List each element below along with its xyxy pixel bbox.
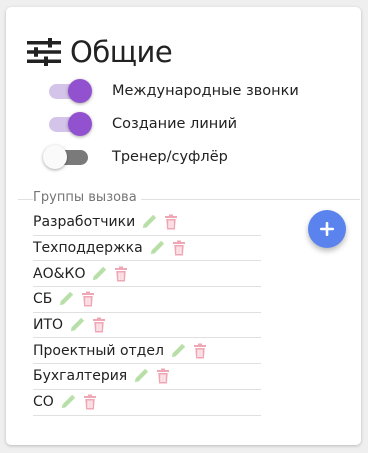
trash-icon[interactable] bbox=[155, 368, 171, 384]
plus-icon bbox=[320, 222, 334, 236]
group-name: СО bbox=[33, 394, 54, 411]
call-group-list: Разработчики Техподдержка АО&КО СБ ИТО Проект… bbox=[33, 210, 261, 416]
group-item: СБ bbox=[33, 287, 261, 313]
trainer-switch[interactable] bbox=[40, 144, 88, 170]
pencil-icon[interactable] bbox=[69, 317, 85, 333]
group-item: Проектный отдел bbox=[33, 338, 261, 365]
group-item: Техподдержка bbox=[33, 236, 261, 262]
trash-icon[interactable] bbox=[163, 214, 179, 230]
group-name: СБ bbox=[33, 291, 53, 308]
add-group-button[interactable] bbox=[308, 210, 346, 248]
switch-thumb bbox=[68, 79, 92, 103]
group-name: Бухгалтерия bbox=[33, 368, 128, 385]
section-title: Общие bbox=[70, 35, 173, 69]
trash-icon[interactable] bbox=[80, 291, 96, 307]
group-name: АО&КО bbox=[33, 265, 86, 282]
call-groups-legend: Группы вызова bbox=[33, 190, 141, 205]
group-name: Техподдержка bbox=[33, 240, 143, 257]
trash-icon[interactable] bbox=[91, 317, 107, 333]
international-calls-switch[interactable] bbox=[46, 78, 92, 104]
line-creation-label: Создание линий bbox=[112, 116, 238, 132]
group-name: ИТО bbox=[33, 317, 64, 334]
switch-thumb bbox=[43, 145, 67, 169]
group-item: Разработчики bbox=[33, 210, 261, 236]
switch-thumb bbox=[68, 112, 92, 136]
pencil-icon[interactable] bbox=[170, 343, 186, 359]
trainer-label: Тренер/суфлёр bbox=[112, 149, 228, 165]
trash-icon[interactable] bbox=[192, 343, 208, 359]
pencil-icon[interactable] bbox=[58, 291, 74, 307]
section-header: Общие bbox=[26, 35, 173, 69]
group-item: СО bbox=[33, 390, 261, 416]
toggle-row-line-creation: Создание линий bbox=[46, 111, 237, 137]
group-item: ИТО bbox=[33, 313, 261, 339]
pencil-icon[interactable] bbox=[133, 368, 149, 384]
pencil-icon[interactable] bbox=[141, 214, 157, 230]
group-name: Разработчики bbox=[33, 214, 136, 231]
international-calls-label: Международные звонки bbox=[112, 83, 299, 99]
sliders-icon bbox=[27, 38, 61, 66]
line-creation-switch[interactable] bbox=[46, 111, 92, 137]
group-item: Бухгалтерия bbox=[33, 364, 261, 390]
toggle-row-international-calls: Международные звонки bbox=[46, 78, 299, 104]
toggle-row-trainer: Тренер/суфлёр bbox=[40, 144, 228, 170]
trash-icon[interactable] bbox=[113, 266, 129, 282]
pencil-icon[interactable] bbox=[149, 240, 165, 256]
pencil-icon[interactable] bbox=[60, 394, 76, 410]
settings-card: Общие Международные звонки Создание лини… bbox=[6, 7, 361, 445]
trash-icon[interactable] bbox=[171, 240, 187, 256]
group-item: АО&КО bbox=[33, 261, 261, 288]
trash-icon[interactable] bbox=[82, 394, 98, 410]
pencil-icon[interactable] bbox=[91, 266, 107, 282]
group-name: Проектный отдел bbox=[33, 342, 164, 359]
